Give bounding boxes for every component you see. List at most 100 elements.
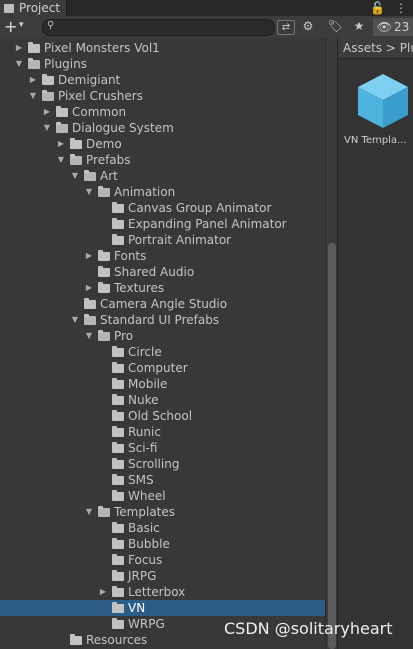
tree-row-label: Camera Angle Studio	[100, 297, 228, 311]
tree-row-label: Demo	[86, 137, 122, 151]
expand-down-arrow-icon[interactable]: ▼	[14, 56, 24, 72]
filter-by-type-icon[interactable]: ⚙	[298, 19, 318, 35]
folder-icon	[112, 234, 124, 245]
create-button[interactable]: +	[4, 17, 17, 36]
tree-row-label: Circle	[128, 345, 162, 359]
scrollbar-thumb[interactable]	[328, 243, 336, 649]
tree-row-label: Standard UI Prefabs	[100, 313, 220, 327]
tree-row[interactable]: ▼ Pro	[0, 328, 325, 344]
tree-row[interactable]: Wheel	[0, 488, 325, 504]
tree-row-label: Fonts	[114, 249, 147, 263]
tree-row[interactable]: Old School	[0, 408, 325, 424]
tree-row[interactable]: JRPG	[0, 568, 325, 584]
lock-icon[interactable]: 🔓	[370, 1, 385, 15]
tree-row[interactable]: ▼ Prefabs	[0, 152, 325, 168]
tree-row[interactable]: Shared Audio	[0, 264, 325, 280]
folder-open-icon	[28, 58, 40, 69]
folder-icon	[112, 538, 124, 549]
expand-right-arrow-icon[interactable]: ▶	[98, 584, 108, 600]
expand-down-arrow-icon[interactable]: ▼	[56, 152, 66, 168]
asset-label[interactable]: VN Templa...	[344, 135, 413, 146]
tree-row-label: Mobile	[128, 377, 168, 391]
search-by-type-button[interactable]: ⇄	[277, 20, 295, 35]
tab-label: Project	[19, 1, 61, 15]
expand-down-arrow-icon[interactable]: ▼	[84, 328, 94, 344]
tree-row[interactable]: Focus	[0, 552, 325, 568]
expand-down-arrow-icon[interactable]: ▼	[28, 88, 38, 104]
tree-row[interactable]: Sci-fi	[0, 440, 325, 456]
tree-row[interactable]: Bubble	[0, 536, 325, 552]
tree-row[interactable]: Circle	[0, 344, 325, 360]
chevron-down-icon[interactable]: ▾	[19, 20, 24, 30]
tree-row-label: Portrait Animator	[128, 233, 232, 247]
expand-down-arrow-icon[interactable]: ▼	[84, 184, 94, 200]
breadcrumb-item-assets[interactable]: Assets	[343, 41, 382, 55]
expand-down-arrow-icon[interactable]: ▼	[42, 120, 52, 136]
tree-row-label: VN	[128, 601, 146, 615]
tree-row-label: Art	[100, 169, 118, 183]
expand-right-arrow-icon[interactable]: ▶	[14, 40, 24, 56]
tree-row[interactable]: Canvas Group Animator	[0, 200, 325, 216]
tree-row[interactable]: Camera Angle Studio	[0, 296, 325, 312]
breadcrumb: Assets > Plu	[338, 38, 413, 59]
tree-row[interactable]: Portrait Animator	[0, 232, 325, 248]
expand-down-arrow-icon[interactable]: ▼	[70, 312, 80, 328]
tree-row[interactable]: Runic	[0, 424, 325, 440]
tree-row-label: Common	[72, 105, 127, 119]
tree-row[interactable]: Expanding Panel Animator	[0, 216, 325, 232]
tree-row[interactable]: Mobile	[0, 376, 325, 392]
tree-row[interactable]: ▼ Art	[0, 168, 325, 184]
tree-row[interactable]: ▼ Standard UI Prefabs	[0, 312, 325, 328]
tree-row[interactable]: Computer	[0, 360, 325, 376]
tree-row[interactable]: ▶ Demigiant	[0, 72, 325, 88]
tree-row-label: Dialogue System	[72, 121, 174, 135]
tree-row[interactable]: ▼ Templates	[0, 504, 325, 520]
tree-row[interactable]: ▼ Dialogue System	[0, 120, 325, 136]
favorites-star-icon[interactable]: ★	[350, 19, 368, 35]
tree-row[interactable]: ▶ Common	[0, 104, 325, 120]
tree-row[interactable]: SMS	[0, 472, 325, 488]
search-input[interactable]: ⚲	[42, 19, 275, 36]
tree-row[interactable]: ▶ Demo	[0, 136, 325, 152]
folder-icon	[112, 586, 124, 597]
expand-right-arrow-icon[interactable]: ▶	[84, 280, 94, 296]
tree-row-label: Basic	[128, 521, 160, 535]
label-filter-icon[interactable]: 🏷	[326, 19, 344, 35]
folder-icon	[112, 410, 124, 421]
tree-row[interactable]: ▶ Letterbox	[0, 584, 325, 600]
tab-project[interactable]: Project	[0, 0, 67, 16]
breadcrumb-item-plugins[interactable]: Plu	[400, 41, 413, 55]
expand-right-arrow-icon[interactable]: ▶	[56, 136, 66, 152]
expand-right-arrow-icon[interactable]: ▶	[28, 72, 38, 88]
folder-icon	[112, 346, 124, 357]
folder-icon	[112, 218, 124, 229]
tree-row-label: Bubble	[128, 537, 170, 551]
expand-down-arrow-icon[interactable]: ▼	[84, 504, 94, 520]
tree-row-label: Expanding Panel Animator	[128, 217, 287, 231]
tree-row[interactable]: Scrolling	[0, 456, 325, 472]
tree-row[interactable]: Nuke	[0, 392, 325, 408]
tree-row[interactable]: ▶ Pixel Monsters Vol1	[0, 40, 325, 56]
tree-row[interactable]: VN	[0, 600, 325, 616]
prefab-cube-icon[interactable]	[356, 72, 410, 130]
folder-open-icon	[42, 90, 54, 101]
kebab-menu-icon[interactable]: ⋮	[395, 1, 407, 15]
tree-row[interactable]: ▼ Pixel Crushers	[0, 88, 325, 104]
tree-row[interactable]: ▶ Textures	[0, 280, 325, 296]
folder-icon	[112, 426, 124, 437]
expand-right-arrow-icon[interactable]: ▶	[84, 248, 94, 264]
tree-row[interactable]: ▶ Fonts	[0, 248, 325, 264]
tree-row[interactable]: ▼ Animation	[0, 184, 325, 200]
tree-row-label: Scrolling	[128, 457, 180, 471]
tree-row-label: Demigiant	[58, 73, 121, 87]
hidden-packages-toggle[interactable]: 👁 23	[373, 18, 413, 36]
folder-icon	[112, 394, 124, 405]
expand-right-arrow-icon[interactable]: ▶	[42, 104, 52, 120]
asset-pane: Assets > Plu VN Templa...	[337, 38, 413, 649]
expand-down-arrow-icon[interactable]: ▼	[70, 168, 80, 184]
tree-row-label: Textures	[114, 281, 165, 295]
tree-row-label: Old School	[128, 409, 193, 423]
tree-row[interactable]: Basic	[0, 520, 325, 536]
folder-icon	[112, 618, 124, 629]
tree-row[interactable]: ▼ Plugins	[0, 56, 325, 72]
